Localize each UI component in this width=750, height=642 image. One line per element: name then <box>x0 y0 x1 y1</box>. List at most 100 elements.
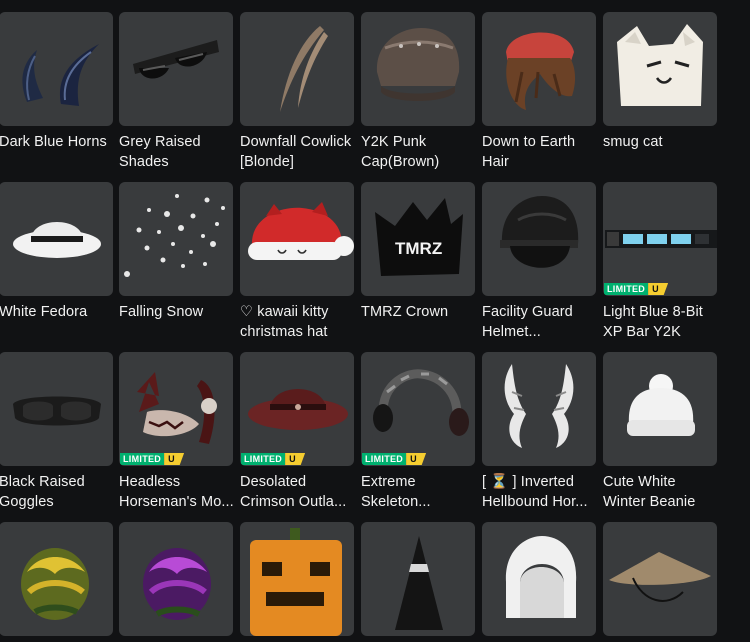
item-thumbnail[interactable]: LIMITED U <box>361 352 475 466</box>
white-hood-icon <box>505 536 577 618</box>
item-name[interactable]: Black Raised Goggles <box>0 472 115 512</box>
item-thumbnail[interactable] <box>240 182 354 296</box>
item-name[interactable]: smug cat <box>603 132 719 152</box>
limited-unique-badge: LIMITED U <box>604 283 669 295</box>
item-thumbnail[interactable] <box>0 12 113 126</box>
witch-hat-icon <box>395 536 443 630</box>
catalog-item-card[interactable] <box>0 522 115 642</box>
item-thumbnail[interactable] <box>240 522 354 636</box>
catalog-item-card[interactable]: Facility Guard Helmet... <box>482 182 598 342</box>
fedora-icon <box>13 222 101 258</box>
item-name[interactable]: Falling Snow <box>119 302 235 322</box>
item-thumbnail[interactable] <box>0 522 113 636</box>
item-thumbnail[interactable]: LIMITED U <box>240 352 354 466</box>
catalog-item-card[interactable]: Y2K Punk Cap(Brown) <box>361 12 477 172</box>
yellow-flower-icon <box>21 548 89 620</box>
item-thumbnail[interactable] <box>603 12 717 126</box>
crown-icon: TMRZ <box>375 198 463 276</box>
catalog-item-card[interactable]: Down to Earth Hair <box>482 12 598 172</box>
svg-text:TMRZ: TMRZ <box>395 239 442 258</box>
unique-label: U <box>648 283 669 295</box>
item-thumbnail[interactable] <box>0 352 113 466</box>
skeleton-headphones-icon <box>373 369 469 436</box>
outlaw-hat-icon <box>248 389 348 430</box>
unique-label: U <box>406 453 427 465</box>
white-beanie-icon <box>627 374 695 436</box>
item-name[interactable]: Down to Earth Hair <box>482 132 598 172</box>
item-thumbnail[interactable]: LIMITED U <box>119 352 233 466</box>
pumpkin-head-icon <box>250 528 342 636</box>
helmet-icon <box>500 196 579 268</box>
catalog-item-card[interactable] <box>603 522 719 642</box>
bone-horns-icon <box>504 364 574 448</box>
catalog-item-card[interactable]: Downfall Cowlick [Blonde] <box>240 12 356 172</box>
goggles-icon <box>13 396 101 426</box>
catalog-item-card[interactable]: LIMITED U Extreme Skeleton... <box>361 352 477 512</box>
unique-label: U <box>285 453 306 465</box>
item-name[interactable]: Dark Blue Horns <box>0 132 115 152</box>
catalog-item-card[interactable]: White Fedora <box>0 182 115 322</box>
purple-flower-icon <box>143 548 211 620</box>
catalog-item-card[interactable]: smug cat <box>603 12 719 152</box>
xp-bar-icon <box>605 230 717 248</box>
catalog-item-card[interactable]: LIMITED U Headless Horseman's Mo... <box>119 352 235 512</box>
catalog-item-card[interactable] <box>482 522 598 642</box>
item-thumbnail[interactable] <box>240 12 354 126</box>
catalog-item-card[interactable]: ♡ kawaii kitty christmas hat <box>240 182 356 342</box>
catalog-item-card[interactable]: Black Raised Goggles <box>0 352 115 512</box>
item-thumbnail[interactable] <box>482 12 596 126</box>
catalog-grid: Dark Blue Horns Grey Raised Shades Downf… <box>0 0 750 636</box>
item-name[interactable]: Extreme Skeleton... <box>361 472 477 512</box>
item-name[interactable]: [ ⏳ ] Inverted Hellbound Hor... <box>482 472 598 512</box>
kitty-santa-hat-icon <box>248 202 354 260</box>
item-thumbnail[interactable] <box>482 352 596 466</box>
limited-label: LIMITED <box>241 453 286 465</box>
item-thumbnail[interactable] <box>361 522 475 636</box>
limited-label: LIMITED <box>604 283 649 295</box>
catalog-item-card[interactable]: Falling Snow <box>119 182 235 322</box>
limited-unique-badge: LIMITED U <box>120 453 185 465</box>
smug-cat-hat-icon <box>617 24 703 106</box>
item-name[interactable]: Light Blue 8-Bit XP Bar Y2K <box>603 302 719 342</box>
item-name[interactable]: Desolated Crimson Outla... <box>240 472 356 512</box>
item-name[interactable]: Facility Guard Helmet... <box>482 302 598 342</box>
item-thumbnail[interactable] <box>119 12 233 126</box>
limited-label: LIMITED <box>362 453 407 465</box>
item-name[interactable]: Y2K Punk Cap(Brown) <box>361 132 477 172</box>
item-thumbnail[interactable] <box>482 522 596 636</box>
punk-cap-icon <box>376 28 460 101</box>
item-thumbnail[interactable] <box>482 182 596 296</box>
catalog-item-card[interactable] <box>240 522 356 642</box>
catalog-item-card[interactable] <box>361 522 477 642</box>
item-thumbnail[interactable] <box>119 522 233 636</box>
catalog-item-card[interactable]: Dark Blue Horns <box>0 12 115 152</box>
sunglasses-icon <box>133 40 219 79</box>
item-name[interactable]: TMRZ Crown <box>361 302 477 322</box>
item-thumbnail[interactable]: LIMITED U <box>603 182 717 296</box>
item-name[interactable]: Cute White Winter Beanie <box>603 472 719 512</box>
catalog-item-card[interactable]: Grey Raised Shades <box>119 12 235 172</box>
catalog-item-card[interactable] <box>119 522 235 642</box>
catalog-item-card[interactable]: TMRZ TMRZ Crown <box>361 182 477 322</box>
catalog-item-card[interactable]: LIMITED U Desolated Crimson Outla... <box>240 352 356 512</box>
catalog-item-card[interactable]: LIMITED U Light Blue 8-Bit XP Bar Y2K <box>603 182 719 342</box>
horseman-mask-icon <box>137 372 217 444</box>
item-thumbnail[interactable] <box>0 182 113 296</box>
item-name[interactable]: ♡ kawaii kitty christmas hat <box>240 302 356 342</box>
limited-unique-badge: LIMITED U <box>241 453 306 465</box>
item-thumbnail[interactable] <box>119 182 233 296</box>
catalog-item-card[interactable]: [ ⏳ ] Inverted Hellbound Hor... <box>482 352 598 512</box>
unique-label: U <box>164 453 185 465</box>
item-thumbnail[interactable] <box>361 12 475 126</box>
item-thumbnail[interactable]: TMRZ <box>361 182 475 296</box>
horns-icon <box>22 44 99 106</box>
item-name[interactable]: Headless Horseman's Mo... <box>119 472 235 512</box>
item-thumbnail[interactable] <box>603 522 717 636</box>
item-thumbnail[interactable] <box>603 352 717 466</box>
catalog-item-card[interactable]: Cute White Winter Beanie <box>603 352 719 512</box>
item-name[interactable]: White Fedora <box>0 302 115 322</box>
item-name[interactable]: Downfall Cowlick [Blonde] <box>240 132 356 172</box>
conical-straw-hat-icon <box>609 552 711 602</box>
item-name[interactable]: Grey Raised Shades <box>119 132 235 172</box>
cowlick-hair-icon <box>280 26 328 112</box>
